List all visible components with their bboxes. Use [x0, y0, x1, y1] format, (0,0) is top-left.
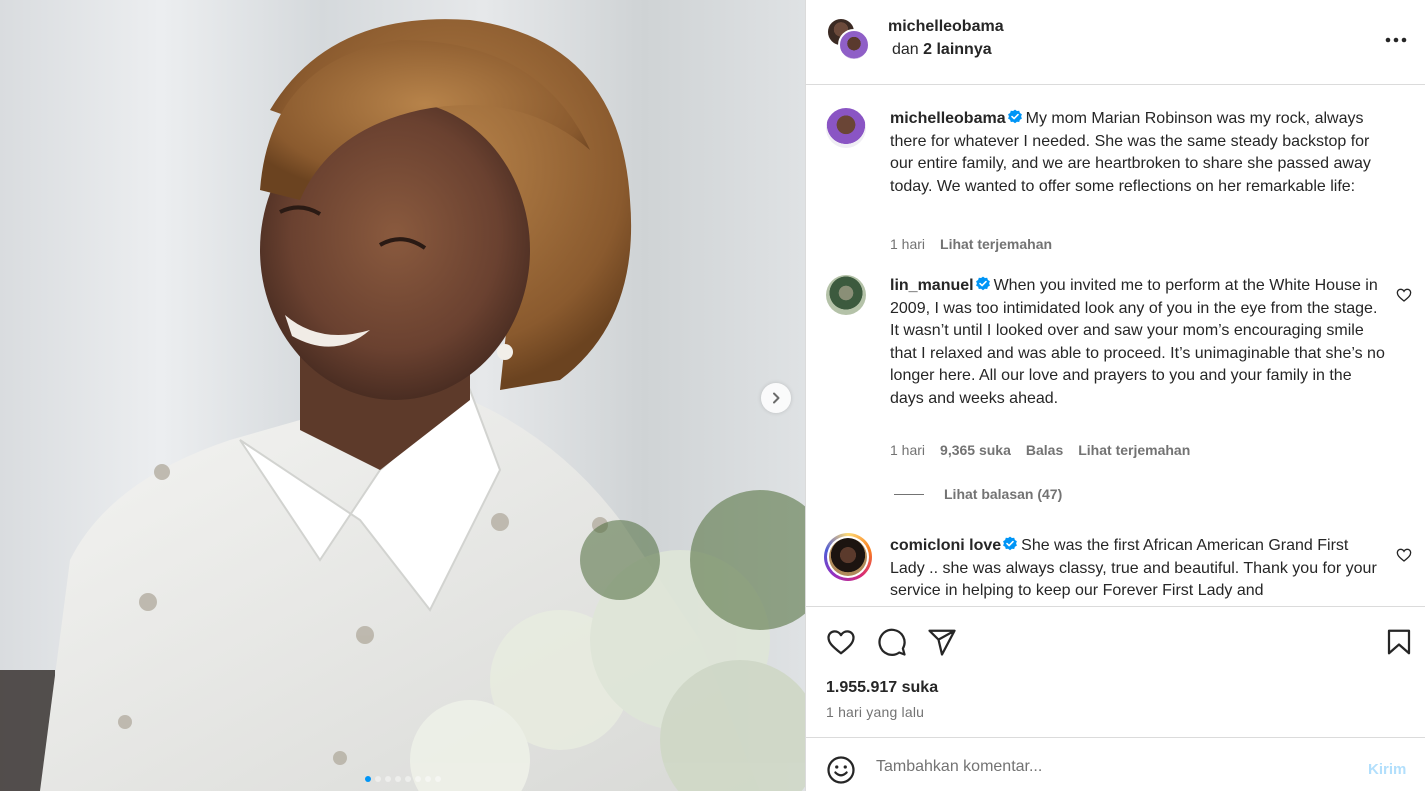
replies-divider: [894, 493, 924, 495]
more-icon: [1385, 37, 1407, 43]
collaborators-link[interactable]: dan 2 lainnya: [892, 41, 992, 59]
share-icon[interactable]: [927, 627, 957, 657]
reply-button[interactable]: Balas: [1026, 442, 1063, 458]
carousel-dot: [394, 776, 401, 782]
comment-time[interactable]: 1 hari: [890, 442, 925, 458]
chevron-right-icon: [773, 392, 780, 404]
comments-list[interactable]: michelleobama My mom Marian Robinson was …: [806, 86, 1425, 605]
verified-icon: [1003, 536, 1018, 551]
avatar[interactable]: [826, 108, 866, 148]
post-header: michelleobama dan 2 lainnya: [806, 0, 1425, 85]
post-comment-button[interactable]: Kirim: [1368, 761, 1406, 778]
carousel-dot: [434, 776, 441, 782]
collab-count[interactable]: 2 lainnya: [923, 41, 991, 58]
post-photo: [0, 19, 805, 791]
avatar: [829, 538, 867, 576]
comment-username[interactable]: michelleobama: [890, 110, 1006, 127]
author-username[interactable]: michelleobama: [888, 18, 1004, 36]
collab-prefix: dan: [892, 41, 924, 58]
avatar[interactable]: [826, 275, 866, 315]
bookmark-icon[interactable]: [1384, 627, 1414, 657]
like-comment-heart-icon[interactable]: [1396, 547, 1412, 563]
more-options-button[interactable]: [1376, 28, 1416, 52]
comment-meta: 1 hari Lihat terjemahan: [890, 236, 1052, 252]
emoji-icon[interactable]: [826, 755, 856, 785]
carousel-dot: [424, 776, 431, 782]
translate-link[interactable]: Lihat terjemahan: [940, 236, 1052, 252]
collab-avatars[interactable]: [826, 17, 870, 61]
comment-meta: 1 hari 9,365 suka Balas Lihat terjemahan: [890, 442, 1190, 458]
post-timestamp[interactable]: 1 hari yang lalu: [826, 704, 924, 720]
story-ring[interactable]: [824, 533, 872, 581]
comment-username[interactable]: lin_manuel: [890, 277, 974, 294]
avatar: [838, 29, 870, 61]
verified-icon: [975, 276, 990, 291]
carousel-dot: [414, 776, 421, 782]
carousel-next-button[interactable]: [761, 383, 791, 413]
heart-icon[interactable]: [826, 627, 856, 657]
comment-text: When you invited me to perform at the Wh…: [890, 277, 1385, 407]
carousel-dot: [404, 776, 411, 782]
verified-icon: [1007, 109, 1022, 124]
view-replies-button[interactable]: Lihat balasan (47): [894, 486, 1062, 502]
comment-time[interactable]: 1 hari: [890, 236, 925, 252]
post-actions: 1.955.917 suka 1 hari yang lalu: [806, 606, 1425, 737]
carousel-dot: [374, 776, 381, 782]
comment-icon[interactable]: [877, 627, 907, 657]
comment-like-count[interactable]: 9,365 suka: [940, 442, 1011, 458]
carousel-dot: [364, 776, 371, 782]
post-media[interactable]: [0, 0, 805, 791]
post-like-count[interactable]: 1.955.917 suka: [826, 679, 938, 697]
view-replies-label: Lihat balasan (47): [944, 486, 1063, 502]
like-comment-heart-icon[interactable]: [1396, 287, 1412, 303]
caption-text: michelleobama My mom Marian Robinson was …: [890, 108, 1386, 198]
comment-body: lin_manuel When you invited me to perform…: [890, 275, 1386, 411]
translate-link[interactable]: Lihat terjemahan: [1078, 442, 1190, 458]
comment-composer: Kirim: [806, 737, 1425, 791]
post-side-panel: michelleobama dan 2 lainnya michelleobam…: [805, 0, 1425, 791]
carousel-indicator: [0, 776, 805, 782]
comment-body: comicloni love She was the first African …: [890, 535, 1386, 603]
comment-username[interactable]: comicloni love: [890, 537, 1001, 554]
carousel-dot: [384, 776, 391, 782]
comment-input[interactable]: [876, 752, 1336, 782]
